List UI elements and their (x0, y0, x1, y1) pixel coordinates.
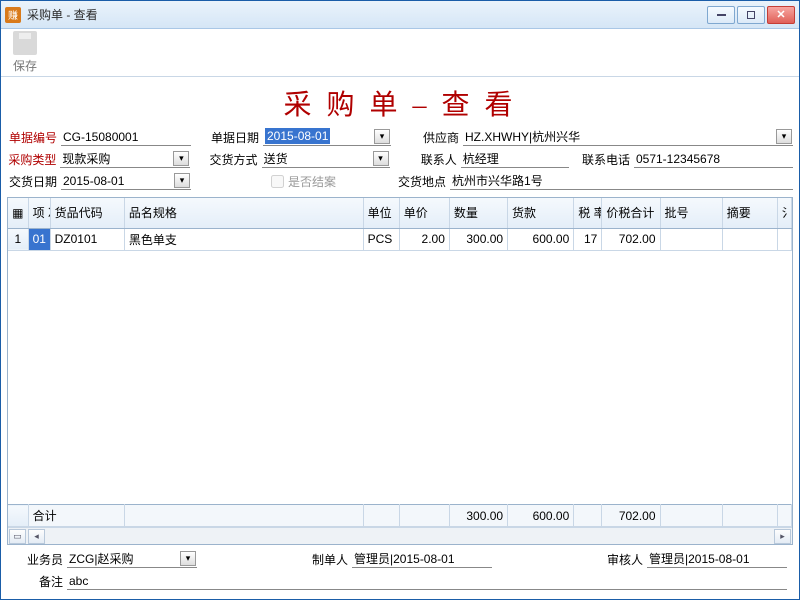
totals-row: 合计 300.00 600.00 702.00 (8, 504, 792, 527)
minimize-button[interactable] (707, 6, 735, 24)
toolbar: 保存 (1, 29, 799, 77)
form-row-2: 采购类型 ▾ 交货方式 ▾ 联系人 联系电话 (7, 149, 793, 169)
scroll-right-icon[interactable]: ▸ (774, 529, 791, 544)
label-docdate: 单据日期 (209, 129, 259, 146)
cell-rate[interactable]: 17 (574, 228, 602, 250)
label-contact: 联系人 (407, 151, 456, 168)
total-rowhdr (8, 505, 28, 527)
window-title: 采购单 - 查看 (27, 6, 707, 23)
scroll-inner-icon[interactable]: ▭ (9, 529, 26, 544)
table-row[interactable]: 1 01 DZ0101 黑色单支 PCS 2.00 300.00 600.00 … (8, 228, 792, 250)
total-tax: 702.00 (602, 505, 660, 527)
col-rowselector[interactable]: ▦ (8, 198, 28, 228)
col-rate[interactable]: 税 率% (574, 198, 602, 228)
total-label: 合计 (28, 505, 124, 527)
label-delivery: 交货方式 (208, 151, 257, 168)
col-end: 氵 (777, 198, 791, 228)
save-button: 保存 (5, 31, 45, 74)
grid-blank (8, 251, 792, 505)
col-tax[interactable]: 价税合计 (602, 198, 660, 228)
cell-end (777, 228, 791, 250)
cell-price[interactable]: 2.00 (399, 228, 449, 250)
form-row-3: 交货日期 ▾ 是否结案 交货地点 (7, 171, 793, 191)
input-auditor[interactable] (647, 550, 787, 568)
label-addr: 交货地点 (396, 173, 446, 190)
input-docdate[interactable]: 2015-08-01 (263, 128, 391, 146)
input-paydate[interactable] (61, 172, 191, 190)
label-supplier: 供应商 (409, 129, 459, 146)
input-clerk[interactable] (67, 550, 197, 568)
cell-remark[interactable] (722, 228, 777, 250)
col-unit[interactable]: 单位 (363, 198, 399, 228)
col-seq[interactable]: 项 次 (28, 198, 50, 228)
close-button[interactable]: ✕ (767, 6, 795, 24)
input-phone[interactable] (634, 150, 793, 168)
header-row: ▦ 项 次 货品代码 品名规格 单位 单价 数量 货款 税 率% 价税合计 批号… (8, 198, 792, 228)
input-delivery[interactable] (262, 150, 390, 168)
input-addr[interactable] (450, 172, 793, 190)
label-maker: 制单人 (308, 551, 348, 568)
form-row-1: 单据编号 单据日期 2015-08-01 ▾ 供应商 ▾ (7, 127, 793, 147)
grid: ▦ 项 次 货品代码 品名规格 单位 单价 数量 货款 税 率% 价税合计 批号… (7, 197, 793, 545)
app-icon: 赚 (5, 7, 21, 23)
label-clerk: 业务员 (13, 551, 63, 568)
col-spec[interactable]: 品名规格 (124, 198, 363, 228)
checkbox-closed (271, 175, 284, 188)
cell-idx: 1 (8, 228, 28, 250)
scroll-left-icon[interactable]: ◂ (28, 529, 45, 544)
label-auditor: 审核人 (603, 551, 643, 568)
input-buytype[interactable] (60, 150, 190, 168)
label-buytype: 采购类型 (7, 151, 56, 168)
cell-unit[interactable]: PCS (363, 228, 399, 250)
window-controls: ✕ (707, 6, 795, 24)
input-contact[interactable] (461, 150, 569, 168)
minimize-icon (717, 14, 726, 16)
cell-amt[interactable]: 600.00 (508, 228, 574, 250)
cell-batch[interactable] (660, 228, 722, 250)
total-amt: 600.00 (508, 505, 574, 527)
col-amt[interactable]: 货款 (508, 198, 574, 228)
footer: 业务员 ▾ 制单人 审核人 备注 (7, 545, 793, 599)
page-title: 采 购 单 – 查 看 (7, 77, 793, 127)
maximize-button[interactable] (737, 6, 765, 24)
col-price[interactable]: 单价 (399, 198, 449, 228)
col-qty[interactable]: 数量 (449, 198, 507, 228)
label-remark: 备注 (13, 573, 63, 590)
label-paydate: 交货日期 (7, 173, 57, 190)
close-icon: ✕ (776, 8, 785, 21)
input-supplier[interactable] (463, 128, 793, 146)
window: 赚 采购单 - 查看 ✕ 保存 采 购 单 – 查 看 单据编号 单据日期 20… (0, 0, 800, 600)
maximize-icon (747, 11, 755, 19)
input-remark[interactable] (67, 572, 787, 590)
col-batch[interactable]: 批号 (660, 198, 722, 228)
label-closed: 是否结案 (288, 173, 336, 190)
cell-tax[interactable]: 702.00 (602, 228, 660, 250)
content: 采 购 单 – 查 看 单据编号 单据日期 2015-08-01 ▾ 供应商 ▾… (1, 77, 799, 599)
input-docno[interactable] (61, 128, 191, 146)
cell-code[interactable]: DZ0101 (50, 228, 124, 250)
cell-seq[interactable]: 01 (28, 228, 50, 250)
total-qty: 300.00 (449, 505, 507, 527)
titlebar: 赚 采购单 - 查看 ✕ (1, 1, 799, 29)
h-scrollbar[interactable]: ▭ ◂ ▸ (8, 527, 792, 544)
col-code[interactable]: 货品代码 (50, 198, 124, 228)
cell-spec[interactable]: 黑色单支 (124, 228, 363, 250)
col-remark[interactable]: 摘要 (722, 198, 777, 228)
input-maker[interactable] (352, 550, 492, 568)
save-icon (13, 31, 37, 55)
save-label: 保存 (5, 57, 45, 74)
label-phone: 联系电话 (581, 151, 630, 168)
grid-header: ▦ 项 次 货品代码 品名规格 单位 单价 数量 货款 税 率% 价税合计 批号… (8, 198, 792, 251)
label-docno: 单据编号 (7, 129, 57, 146)
cell-qty[interactable]: 300.00 (449, 228, 507, 250)
